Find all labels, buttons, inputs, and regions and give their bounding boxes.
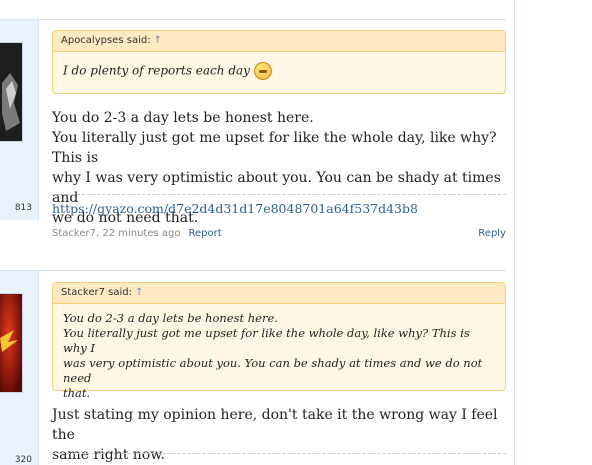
post-separator: [0, 19, 506, 20]
quote-text-content: I do plenty of reports each day: [63, 63, 250, 78]
quote-line: that.: [63, 386, 91, 400]
message-line: Just stating my opinion here, don't take…: [52, 407, 498, 443]
message-line: same right now.: [52, 447, 165, 463]
message-line: You literally just got me upset for like…: [52, 130, 497, 166]
quote-line: You literally just got me upset for like…: [63, 326, 470, 355]
report-link[interactable]: Report: [188, 228, 221, 239]
quote-line: You do 2-3 a day lets be honest here.: [63, 311, 278, 325]
quote-block: Apocalypses said: ↑ I do plenty of report…: [52, 30, 506, 94]
post-count: 813: [14, 203, 32, 213]
quote-author: Stacker7 said:: [61, 287, 132, 298]
post-separator: [0, 270, 506, 271]
right-gutter: [514, 0, 592, 465]
user-info-panel: 320: [0, 271, 39, 465]
quote-text: I do plenty of reports each day: [53, 52, 505, 88]
post-count: 320: [14, 455, 32, 465]
signature-divider: [52, 453, 506, 454]
message-line: You do 2-3 a day lets be honest here.: [52, 110, 314, 126]
quote-header: Stacker7 said: ↑: [53, 283, 505, 304]
jump-to-quote-icon[interactable]: ↑: [154, 35, 162, 46]
quote-text: You do 2-3 a day lets be honest here. Yo…: [53, 304, 505, 409]
quote-author: Apocalypses said:: [61, 35, 151, 46]
avatar-image: [0, 294, 22, 392]
jump-to-quote-icon[interactable]: ↑: [135, 287, 143, 298]
smiley-icon: [253, 62, 272, 80]
user-info-panel: 813: [0, 20, 39, 220]
post-meta: Stacker7, 22 minutes ago Report: [52, 228, 222, 239]
post-author-date[interactable]: Stacker7, 22 minutes ago: [52, 228, 180, 239]
quote-block: Stacker7 said: ↑ You do 2-3 a day lets be…: [52, 282, 506, 400]
reply-link[interactable]: Reply: [478, 228, 506, 239]
avatar[interactable]: [0, 42, 23, 142]
quote-header: Apocalypses said: ↑: [53, 31, 505, 52]
avatar[interactable]: [0, 293, 23, 393]
quote-line: was very optimistic about you. You can b…: [63, 356, 483, 385]
post-message: Just stating my opinion here, don't take…: [52, 405, 508, 465]
signature-link[interactable]: https://gyazo.com/d7e2d4d31d17e8048701a6…: [52, 201, 418, 216]
thread-container: 813 Apocalypses said: ↑ I do plenty of re…: [0, 0, 514, 465]
avatar-image: [0, 43, 22, 141]
signature-divider: [52, 194, 506, 195]
